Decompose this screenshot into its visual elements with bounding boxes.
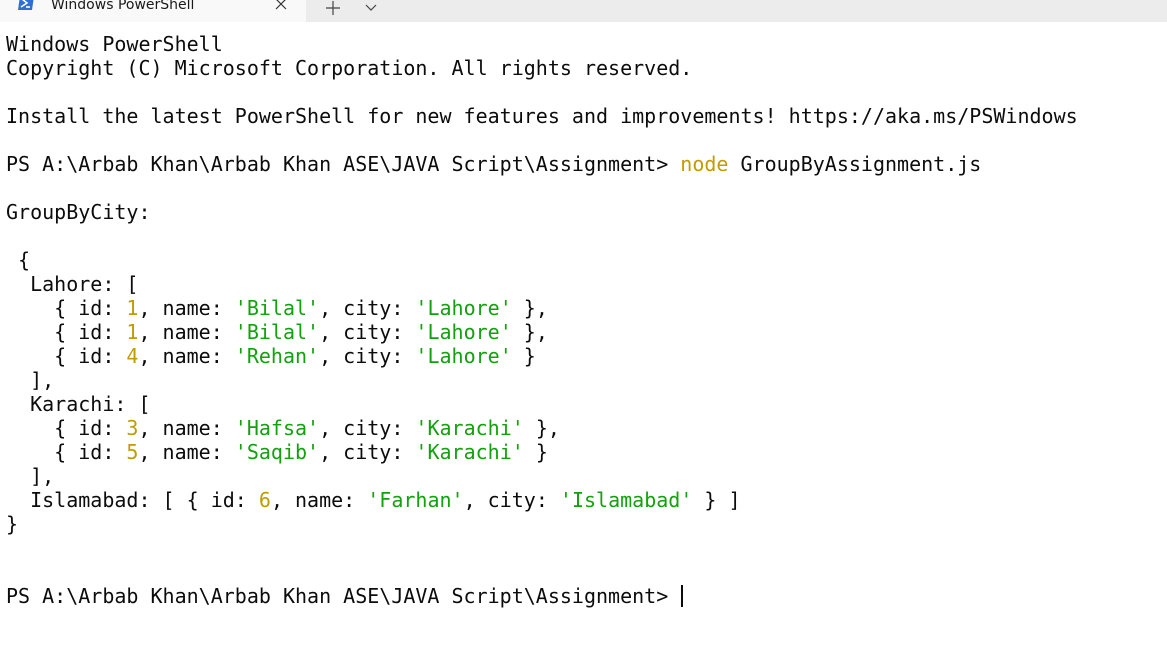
chevron-down-icon[interactable] [356,0,386,17]
group-key: Lahore [30,272,103,296]
record-id: 3 [126,416,139,440]
record-name: 'Bilal' [234,296,320,320]
record-id: 1 [126,320,139,344]
terminal-window: Windows PowerShell Windows PowerShell Co… [0,0,1167,650]
install-message: Install the latest PowerShell for new fe… [6,104,1078,128]
prompt-line: PS A:\Arbab Khan\Arbab Khan ASE\JAVA Scr… [6,152,981,176]
record-id: 4 [126,344,139,368]
command-name: node [680,152,729,176]
command-argument: GroupByAssignment.js [728,152,982,176]
record-city: 'Islamabad' [559,488,693,512]
group-key: Karachi [30,392,115,416]
record-name: 'Bilal' [234,320,320,344]
record-line: { id: 5, name: 'Saqib', city: 'Karachi' … [6,440,548,464]
record-line: { id: 3, name: 'Hafsa', city: 'Karachi' … [6,416,560,440]
output-label: GroupByCity: [6,200,151,224]
record-id: 5 [126,440,139,464]
record-city: 'Karachi' [415,440,524,464]
record-name: 'Saqib' [234,440,320,464]
powershell-icon [17,0,35,11]
array-close-line: ], [6,464,55,488]
header-line: Windows PowerShell [6,32,223,56]
current-prompt-line[interactable]: PS A:\Arbab Khan\Arbab Khan ASE\JAVA Scr… [6,584,684,608]
record-city: 'Lahore' [415,344,512,368]
group-key-line: Lahore: [ [30,272,139,296]
array-close-line: ], [6,368,55,392]
tab-windows-powershell[interactable]: Windows PowerShell [0,0,306,22]
record-city: 'Lahore' [415,320,512,344]
record-name: 'Hafsa' [234,416,320,440]
record-line: { id: 4, name: 'Rehan', city: 'Lahore' } [6,344,536,368]
record-city: 'Karachi' [415,416,524,440]
object-open-brace: { [6,248,31,272]
terminal-output[interactable]: Windows PowerShell Copyright (C) Microso… [0,22,1167,650]
record-city: 'Lahore' [415,296,512,320]
group-key: Islamabad [30,488,139,512]
group-key-line: Karachi: [ [30,392,151,416]
object-close-brace: } [6,512,19,536]
record-id: 6 [258,488,271,512]
prompt-text: PS A:\Arbab Khan\Arbab Khan ASE\JAVA Scr… [6,584,681,608]
record-name: 'Farhan' [367,488,464,512]
close-icon[interactable] [270,0,292,13]
text-cursor [681,585,684,607]
record-line: { id: 1, name: 'Bilal', city: 'Lahore' }… [6,320,548,344]
tab-bar: Windows PowerShell [0,0,1167,22]
copyright-line: Copyright (C) Microsoft Corporation. All… [6,56,693,80]
plus-icon[interactable] [318,0,348,17]
tab-title: Windows PowerShell [51,0,195,13]
group-key-line: Islamabad: [ { id: 6, name: 'Farhan', ci… [30,488,741,512]
record-name: 'Rehan' [234,344,320,368]
record-line: { id: 1, name: 'Bilal', city: 'Lahore' }… [6,296,548,320]
record-id: 1 [126,296,139,320]
prompt-text: PS A:\Arbab Khan\Arbab Khan ASE\JAVA Scr… [6,152,681,176]
